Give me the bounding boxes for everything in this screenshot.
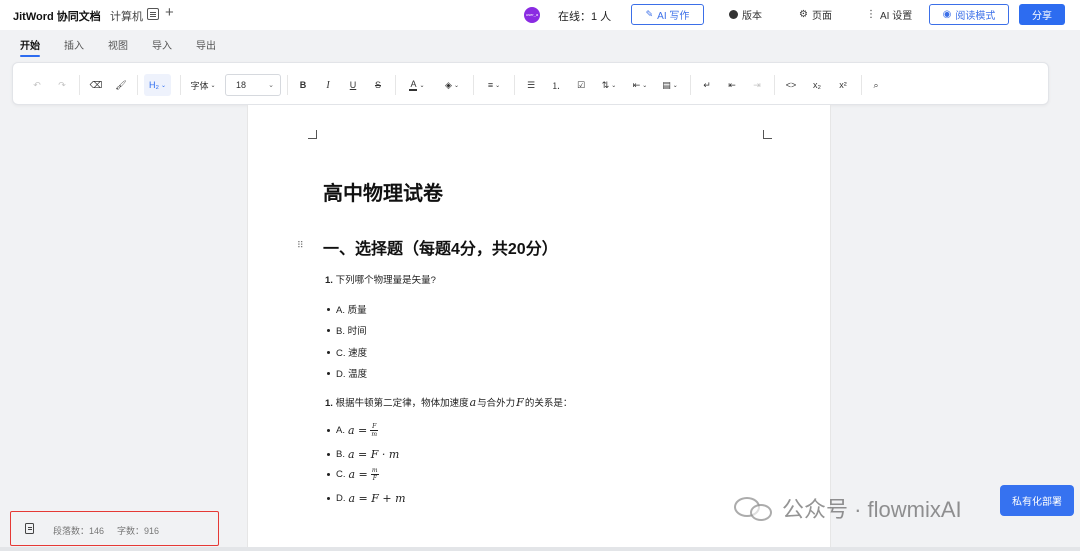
font-color-button[interactable]: A ⌄ [405,77,429,93]
word-count: 字数：916 [117,526,160,536]
redo-icon[interactable]: ↷ [56,77,68,93]
question-number: 1. [325,275,333,286]
bold-button[interactable]: B [297,77,309,93]
font-family-dropdown[interactable]: 字体 ⌄ [189,77,217,93]
avatar[interactable]: user_a [524,7,540,23]
font-label: 字体 [190,80,209,91]
align-dropdown[interactable]: ≡ ⌄ [483,77,505,93]
app-title: JitWord 协同文档 [13,11,101,23]
undo-icon[interactable]: ↶ [31,77,43,93]
online-count: 在线：1 人 [558,11,612,23]
ai-write-label: AI 写作 [657,11,690,22]
format-painter-icon[interactable]: 🖌 [114,77,128,93]
ordered-list-icon[interactable]: ⒈ [550,77,562,93]
heading-dropdown[interactable]: H₂ ⌄ [144,74,171,96]
align-left-icon: ≡ [487,80,494,90]
more-vertical-icon: ⋮ [866,9,876,20]
task-list-icon[interactable]: ☑ [575,77,587,93]
question-number: 1. [325,398,333,409]
list-item[interactable]: D. 温度 [327,366,367,380]
tab-view[interactable]: 视图 [108,37,128,52]
bullet-list-icon[interactable]: ☰ [525,77,537,93]
page-margin-corner-left [308,130,317,139]
question-2[interactable]: 1. 根据牛顿第二定律，物体加速度a与合外力F的关系是： [325,395,572,409]
bottom-divider [0,547,1080,551]
tab-insert[interactable]: 插入 [64,37,84,52]
watermark-text: 公众号 · flowmixAI [782,497,962,522]
list-item[interactable]: D. a = F + m [327,492,406,505]
magic-wand-icon: ✎ [645,9,654,19]
strikethrough-button[interactable]: S [372,77,384,93]
document-icon [25,523,34,534]
watermark: 公众号 · flowmixAI [734,490,962,526]
paragraph-count: 段落数：146 [53,526,105,536]
wechat-logo-icon [734,493,774,523]
line-height-icon: ⇅ [601,79,610,90]
subscript-icon[interactable]: x₂ [810,77,824,93]
new-document-button[interactable]: + [165,4,174,22]
private-deploy-button[interactable]: 私有化部署 [1000,485,1074,516]
fraction: Fm [370,423,379,438]
wrap-icon[interactable]: ↵ [701,77,713,93]
tab-export[interactable]: 导出 [196,37,216,52]
list-item[interactable]: B. a = F · m [327,448,399,461]
read-mode-button[interactable]: ◉ 阅读模式 [929,4,1009,25]
question-1[interactable]: 1. 下列哪个物理量是矢量? [325,272,436,286]
eraser-icon[interactable]: ⌫ [89,77,103,93]
read-mode-label: 阅读模式 [955,11,996,22]
superscript-icon[interactable]: x² [836,77,850,93]
list-item[interactable]: B. 时间 [327,323,367,337]
line-height-dropdown[interactable]: ⇅ ⌄ [598,77,620,93]
ai-write-button[interactable]: ✎ AI 写作 [631,4,704,25]
outdent-icon[interactable]: ⇤ [726,77,738,93]
document-name[interactable]: 计算机 [110,8,143,24]
version-button[interactable]: 版本 [729,4,762,25]
highlight-icon: ◈ [445,79,452,90]
question-text: 下列哪个物理量是矢量? [335,275,436,286]
version-label: 版本 [742,11,762,22]
indent-icon-2[interactable]: ⇥ [751,77,763,93]
section-heading[interactable]: 一、选择题（每题4分，共20分） [323,235,558,259]
paragraph-icon: ▤ [662,79,671,90]
code-icon[interactable]: <> [784,77,798,93]
page-settings-button[interactable]: ⚙ 页面 [799,4,832,25]
list-item[interactable]: C. 速度 [327,345,367,359]
paragraph-dropdown[interactable]: ▤ ⌄ [659,77,681,93]
chevron-down-icon: ⌄ [268,82,274,89]
share-button[interactable]: 分享 [1019,4,1065,25]
list-item[interactable]: A. a = Fm [327,423,379,438]
underline-button[interactable]: U [347,77,359,93]
highlight-button[interactable]: ◈ ⌄ [440,77,464,93]
italic-button[interactable]: I [322,77,334,93]
font-color-icon: A [409,79,418,91]
list-item[interactable]: C. a = mF [327,467,379,482]
menu-tabs: 开始 插入 视图 导入 导出 [0,30,1080,58]
search-icon[interactable]: ⌕ [870,77,882,93]
font-size-value: 18 [236,80,247,90]
top-bar: JitWord 协同文档 计算机 + user_a 在线：1 人 ✎ AI 写作… [0,0,1080,30]
document-title[interactable]: 高中物理试卷 [323,177,443,206]
document-outline-icon[interactable] [147,8,159,20]
eye-icon: ◉ [942,9,952,20]
list-item[interactable]: A. 质量 [327,302,367,316]
document-page[interactable]: 高中物理试卷 ⠿ 一、选择题（每题4分，共20分） 1. 下列哪个物理量是矢量?… [247,105,831,551]
fraction: mF [370,467,379,482]
tab-import[interactable]: 导入 [152,37,172,52]
font-size-select[interactable]: 18 ⌄ [225,74,281,96]
ai-settings-label: AI 设置 [880,11,913,22]
formatting-toolbar: ↶ ↷ ⌫ 🖌 H₂ ⌄ 字体 ⌄ 18 ⌄ B I U S A ⌄ ◈ ⌄ ≡ ⌄ ☰ ⒈… [12,62,1049,105]
indent-icon: ⇤ [632,79,641,90]
heading-label: H₂ [148,80,159,90]
info-icon [729,10,738,19]
drag-handle-icon[interactable]: ⠿ [297,240,305,250]
gear-icon: ⚙ [799,9,808,20]
page-margin-corner-right [763,130,772,139]
status-bar: 段落数：146 字数：916 [10,511,219,546]
page-label: 页面 [811,11,832,22]
indent-dropdown[interactable]: ⇤ ⌄ [629,77,651,93]
tab-start[interactable]: 开始 [20,37,40,57]
ai-settings-button[interactable]: ⋮ AI 设置 [866,4,912,25]
